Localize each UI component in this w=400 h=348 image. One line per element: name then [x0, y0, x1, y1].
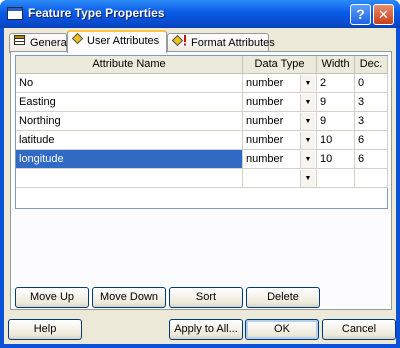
column-header-dec[interactable]: Dec.: [355, 56, 388, 74]
tab-user-attributes[interactable]: User Attributes: [67, 30, 167, 53]
cell-width[interactable]: 9: [317, 112, 355, 131]
cell-data-type[interactable]: number ▼: [243, 93, 317, 112]
data-type-value: number: [246, 77, 284, 89]
tab-user-attributes-label: User Attributes: [87, 35, 160, 47]
ok-button[interactable]: OK: [245, 319, 319, 340]
dropdown-arrow-icon[interactable]: ▼: [300, 151, 315, 168]
attribute-grid[interactable]: Attribute Name Data Type Width Dec. No n…: [15, 55, 388, 209]
cell-dec[interactable]: 6: [355, 131, 388, 150]
cell-data-type[interactable]: number ▼: [243, 150, 317, 169]
cell-attribute-name-selected[interactable]: longitude: [16, 150, 243, 169]
cell-dec[interactable]: 3: [355, 112, 388, 131]
dropdown-arrow-icon[interactable]: ▼: [300, 113, 315, 130]
close-icon: ✕: [378, 7, 389, 22]
window-icon: [7, 7, 23, 20]
diamond-icon: [71, 32, 84, 51]
tab-general[interactable]: General: [9, 33, 70, 53]
close-button[interactable]: ✕: [373, 4, 394, 25]
move-down-button[interactable]: Move Down: [92, 287, 166, 308]
cell-attribute-name[interactable]: [16, 169, 243, 188]
window-title: Feature Type Properties: [28, 6, 165, 20]
data-type-value: number: [246, 153, 284, 165]
data-type-value: number: [246, 134, 284, 146]
cell-data-type[interactable]: number ▼: [243, 74, 317, 93]
cell-dec[interactable]: 0: [355, 74, 388, 93]
cell-data-type[interactable]: ▼: [243, 169, 317, 188]
cell-attribute-name[interactable]: Northing: [16, 112, 243, 131]
data-type-value: number: [246, 96, 284, 108]
cell-attribute-name[interactable]: Easting: [16, 93, 243, 112]
cell-width[interactable]: 10: [317, 150, 355, 169]
cell-attribute-name[interactable]: No: [16, 74, 243, 93]
move-up-button[interactable]: Move Up: [15, 287, 89, 308]
dropdown-arrow-icon[interactable]: ▼: [300, 75, 315, 92]
delete-button[interactable]: Delete: [246, 287, 320, 308]
help-titlebar-button[interactable]: ?: [350, 4, 371, 25]
dropdown-arrow-icon[interactable]: ▼: [300, 132, 315, 149]
cell-width[interactable]: 2: [317, 74, 355, 93]
cell-width[interactable]: 9: [317, 93, 355, 112]
cell-attribute-name[interactable]: latitude: [16, 131, 243, 150]
cell-dec[interactable]: 6: [355, 150, 388, 169]
dialog-client: General User Attributes Format Attribute…: [4, 28, 396, 344]
cell-dec[interactable]: [355, 169, 388, 188]
title-bar[interactable]: Feature Type Properties ? ✕: [0, 0, 400, 28]
dropdown-arrow-icon[interactable]: ▼: [300, 170, 315, 187]
cell-data-type[interactable]: number ▼: [243, 131, 317, 150]
cancel-button[interactable]: Cancel: [322, 319, 396, 340]
cell-width[interactable]: [317, 169, 355, 188]
dialog-window: Feature Type Properties ? ✕ General User…: [0, 0, 400, 348]
column-header-attribute-name[interactable]: Attribute Name: [16, 56, 243, 74]
cell-width[interactable]: 10: [317, 131, 355, 150]
tab-panel: Attribute Name Data Type Width Dec. No n…: [10, 51, 392, 310]
column-header-width[interactable]: Width: [317, 56, 355, 74]
cell-dec[interactable]: 3: [355, 93, 388, 112]
tab-format-attributes[interactable]: Format Attributes: [167, 33, 275, 53]
dropdown-arrow-icon[interactable]: ▼: [300, 94, 315, 111]
help-button[interactable]: Help: [8, 319, 82, 340]
data-type-value: number: [246, 115, 284, 127]
column-header-data-type[interactable]: Data Type: [243, 56, 317, 74]
tab-general-label: General: [30, 37, 70, 49]
tab-format-attributes-label: Format Attributes: [191, 37, 275, 49]
apply-to-all-button[interactable]: Apply to All...: [169, 319, 243, 340]
cell-data-type[interactable]: number ▼: [243, 112, 317, 131]
sort-button[interactable]: Sort: [169, 287, 243, 308]
